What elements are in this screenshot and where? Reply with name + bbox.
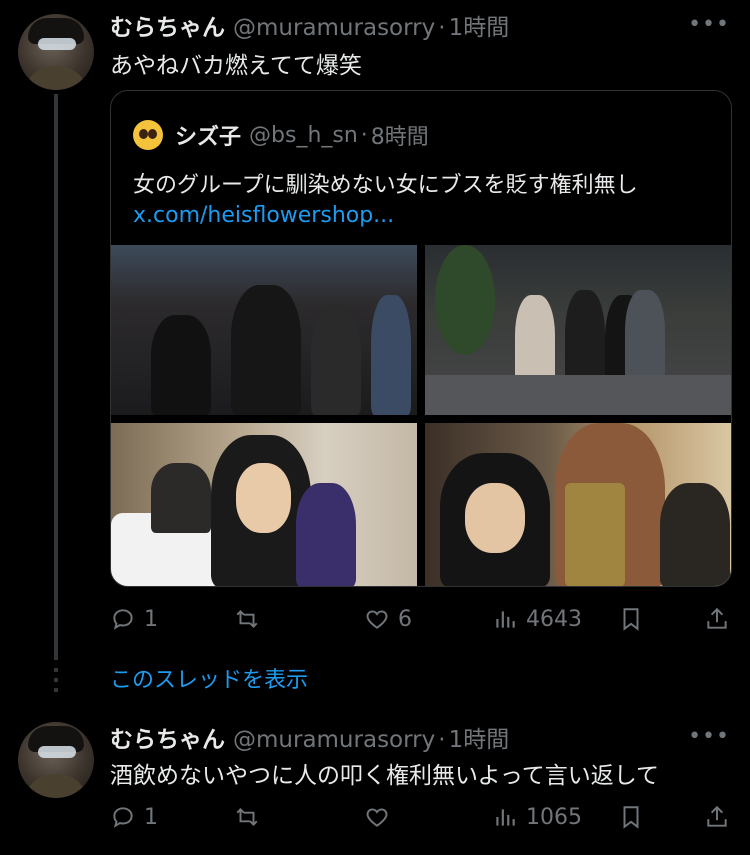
reply-icon (113, 609, 133, 630)
separator: · (438, 15, 446, 41)
share-button[interactable] (704, 804, 730, 830)
timestamp[interactable]: 1時間 (449, 720, 510, 754)
reply-button[interactable]: 1 (110, 606, 158, 632)
show-thread-link[interactable]: このスレッドを表示 (110, 662, 308, 694)
like-count: 6 (398, 606, 412, 632)
reply-count: 1 (144, 804, 158, 830)
tweet-1[interactable]: むらちゃん @muramurasorry · 1時間 ••• あやねバカ燃えてて… (0, 0, 750, 700)
more-icon[interactable]: ••• (688, 724, 730, 749)
like-icon (366, 610, 388, 629)
avatar[interactable] (18, 14, 94, 90)
share-button[interactable] (704, 606, 730, 632)
quoted-tweet[interactable]: シズ子 @bs_h_sn · 8時間 女のグループに馴染めない女にブスを貶す権利… (110, 90, 732, 587)
reply-count: 1 (144, 606, 158, 632)
like-button[interactable] (364, 804, 398, 830)
photo-3[interactable] (111, 423, 417, 586)
photo-grid (111, 245, 731, 586)
quote-text: 女のグループに馴染めない女にブスを貶す権利無し (133, 173, 638, 198)
share-icon (707, 607, 727, 629)
avatar[interactable] (18, 722, 94, 798)
like-button[interactable]: 6 (364, 606, 412, 632)
photo-2[interactable] (425, 245, 731, 415)
tweet-actions: 1 6 4643 (110, 606, 730, 636)
retweet-button[interactable] (234, 606, 268, 632)
retweet-icon (236, 808, 258, 826)
tweet-header: むらちゃん @muramurasorry · 1時間 (110, 8, 509, 42)
bookmark-icon (623, 806, 639, 829)
views-icon (496, 809, 515, 826)
views-button[interactable]: 1065 (492, 804, 582, 830)
views-count: 4643 (526, 606, 582, 632)
tweet-text: あやねバカ燃えてて爆笑 (110, 53, 362, 79)
photo-1[interactable] (111, 245, 417, 415)
bookmark-button[interactable] (618, 606, 644, 632)
photo-4[interactable] (425, 423, 731, 586)
tweet-actions: 1 1065 (110, 804, 730, 834)
reply-icon (113, 807, 133, 828)
quote-author-name[interactable]: シズ子 (175, 119, 241, 151)
tweet-header: むらちゃん @muramurasorry · 1時間 (110, 720, 509, 754)
quote-link[interactable]: x.com/heisflowershop... (133, 203, 394, 228)
quote-avatar[interactable] (133, 120, 163, 150)
author-handle[interactable]: @muramurasorry (233, 15, 435, 41)
reply-button[interactable]: 1 (110, 804, 158, 830)
like-icon (366, 808, 388, 827)
retweet-button[interactable] (234, 804, 268, 830)
author-name[interactable]: むらちゃん (110, 720, 225, 754)
share-icon (707, 805, 727, 827)
retweet-icon (236, 610, 258, 628)
thread-dots (54, 668, 58, 698)
views-icon (496, 611, 515, 628)
author-handle[interactable]: @muramurasorry (233, 727, 435, 753)
quote-header: シズ子 @bs_h_sn · 8時間 (133, 119, 429, 151)
more-icon[interactable]: ••• (688, 12, 730, 37)
views-button[interactable]: 4643 (492, 606, 582, 632)
views-count: 1065 (526, 804, 582, 830)
bookmark-icon (623, 608, 639, 631)
bookmark-button[interactable] (618, 804, 644, 830)
quote-author-handle[interactable]: @bs_h_sn (249, 123, 358, 148)
thread-line (54, 94, 58, 660)
tweet-2[interactable]: むらちゃん @muramurasorry · 1時間 ••• 酒飲めないやつに人… (0, 700, 750, 855)
tweet-text: 酒飲めないやつに人の叩く権利無いよって言い返して (110, 763, 660, 789)
separator: · (360, 122, 368, 148)
separator: · (438, 727, 446, 753)
timestamp[interactable]: 1時間 (449, 8, 510, 42)
author-name[interactable]: むらちゃん (110, 8, 225, 42)
quote-timestamp[interactable]: 8時間 (371, 119, 429, 151)
